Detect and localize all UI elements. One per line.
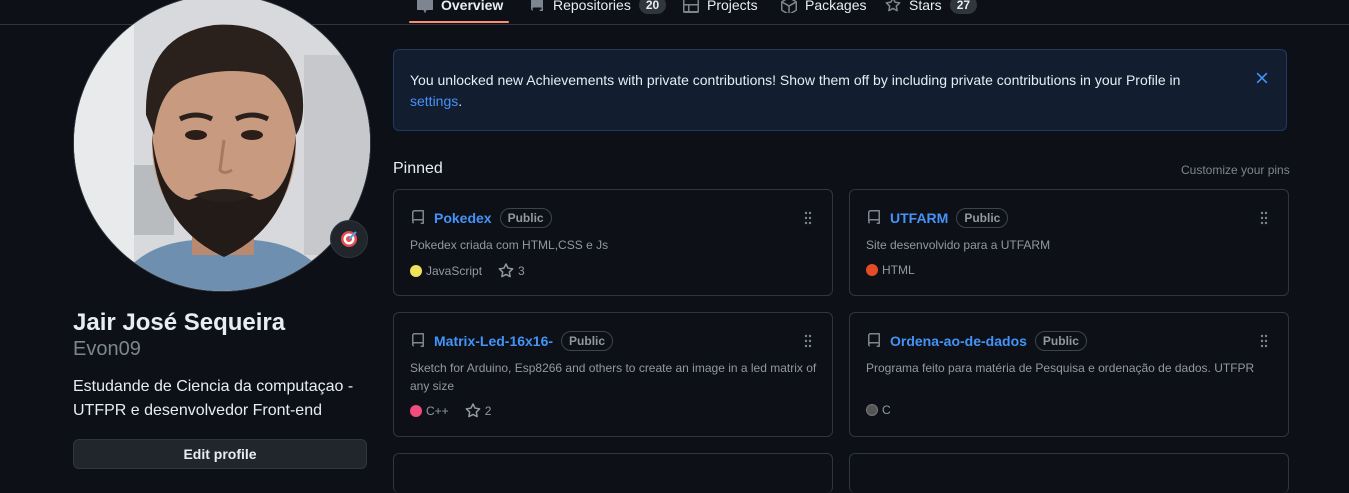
drag-handle-icon[interactable]: [804, 210, 812, 226]
repo-language: HTML: [866, 263, 915, 277]
book-icon: [417, 0, 433, 13]
tab-projects[interactable]: Projects: [683, 0, 758, 20]
visibility-label: Public: [1034, 331, 1087, 351]
repo-icon: [410, 333, 426, 349]
repo-language: C++: [410, 404, 449, 418]
repo-language: JavaScript: [410, 264, 482, 278]
set-status-button[interactable]: [330, 220, 368, 258]
tab-stars-label: Stars: [909, 0, 942, 13]
profile-bio: Estudande de Ciencia da computaçao - UTF…: [73, 378, 354, 419]
tab-overview[interactable]: Overview: [417, 0, 503, 20]
edit-profile-button[interactable]: Edit profile: [73, 439, 367, 469]
language-color-dot: [410, 405, 422, 417]
pinned-repo-card-partial: [849, 453, 1289, 493]
repo-card-header: UTFARM Public: [866, 208, 1009, 228]
star-icon: [465, 403, 481, 418]
repo-meta: C++ 2: [410, 403, 491, 419]
repo-card-header: Ordena-ao-de-dados Public: [866, 331, 1087, 351]
visibility-label: Public: [561, 331, 614, 351]
avatar-photo: [74, 0, 370, 291]
tab-projects-label: Projects: [707, 0, 758, 13]
language-color-dot: [866, 264, 878, 276]
language-name: HTML: [882, 263, 915, 277]
language-name: C++: [426, 404, 449, 418]
repo-meta: JavaScript 3: [410, 263, 525, 279]
language-color-dot: [866, 404, 878, 416]
close-icon[interactable]: [1254, 70, 1270, 86]
banner-text: You unlocked new Achievements with priva…: [410, 72, 1181, 88]
table-icon: [683, 0, 699, 13]
repo-icon: [410, 210, 426, 226]
repo-description: Pokedex criada com HTML,CSS e Js: [410, 238, 609, 252]
tab-overview-label: Overview: [441, 0, 504, 13]
tab-stars[interactable]: Stars 27: [885, 0, 978, 20]
star-icon: [498, 263, 514, 278]
drag-handle-icon[interactable]: [1260, 210, 1268, 226]
repo-name-link[interactable]: Ordena-ao-de-dados: [890, 333, 1027, 349]
star-count: 3: [518, 264, 525, 278]
repo-stars-link[interactable]: 2: [465, 403, 492, 419]
target-emoji-icon: [341, 231, 357, 247]
profile-username: Evon09: [73, 338, 141, 360]
pinned-repo-card: UTFARM Public Site desenvolvido para a U…: [849, 189, 1289, 296]
pinned-repo-card: Ordena-ao-de-dados Public Programa feito…: [849, 312, 1289, 437]
stars-count-badge: 27: [949, 0, 978, 14]
achievements-banner: You unlocked new Achievements with priva…: [393, 49, 1287, 131]
tab-packages[interactable]: Packages: [781, 0, 866, 20]
pinned-repo-card: Matrix-Led-16x16- Public Sketch for Ardu…: [393, 312, 833, 437]
language-color-dot: [410, 265, 422, 277]
banner-message: You unlocked new Achievements with priva…: [410, 70, 1210, 112]
repo-card-header: Pokedex Public: [410, 208, 552, 228]
repo-icon: [866, 333, 882, 349]
drag-handle-icon[interactable]: [1260, 333, 1268, 349]
star-icon: [885, 0, 901, 12]
pinned-repo-card-partial: [393, 453, 833, 493]
repo-name-link[interactable]: Matrix-Led-16x16-: [434, 333, 553, 349]
package-icon: [781, 0, 797, 13]
visibility-label: Public: [499, 208, 552, 228]
pinned-heading: Pinned: [393, 160, 443, 177]
drag-handle-icon[interactable]: [804, 333, 812, 349]
repo-name-link[interactable]: UTFARM: [890, 210, 948, 226]
repo-icon: [530, 0, 543, 11]
tab-packages-label: Packages: [805, 0, 867, 13]
repo-card-header: Matrix-Led-16x16- Public: [410, 331, 614, 351]
repo-description: Programa feito para matéria de Pesquisa …: [866, 361, 1255, 375]
avatar[interactable]: [73, 0, 371, 292]
banner-end: .: [458, 93, 463, 109]
repo-description: Site desenvolvido para a UTFARM: [866, 238, 1051, 252]
profile-full-name: Jair José Sequeira: [73, 309, 286, 336]
settings-link[interactable]: settings: [410, 93, 458, 109]
tab-repositories-label: Repositories: [553, 0, 631, 13]
selected-tab-underline: [409, 21, 509, 23]
repo-description: Sketch for Arduino, Esp8266 and others t…: [410, 361, 817, 393]
pinned-repo-card: Pokedex Public Pokedex criada com HTML,C…: [393, 189, 833, 296]
customize-pins-link[interactable]: Customize your pins: [1181, 163, 1290, 177]
repo-stars-link[interactable]: 3: [498, 263, 525, 279]
repo-icon: [866, 210, 882, 226]
language-name: JavaScript: [426, 264, 483, 278]
repo-meta: HTML: [866, 263, 915, 277]
repositories-count-badge: 20: [638, 0, 667, 14]
repo-meta: C: [866, 403, 891, 417]
language-name: C: [882, 403, 891, 417]
tab-repositories[interactable]: Repositories 20: [529, 0, 667, 20]
repo-language: C: [866, 403, 891, 417]
star-count: 2: [484, 404, 492, 418]
repo-name-link[interactable]: Pokedex: [434, 210, 492, 226]
visibility-label: Public: [956, 208, 1009, 228]
